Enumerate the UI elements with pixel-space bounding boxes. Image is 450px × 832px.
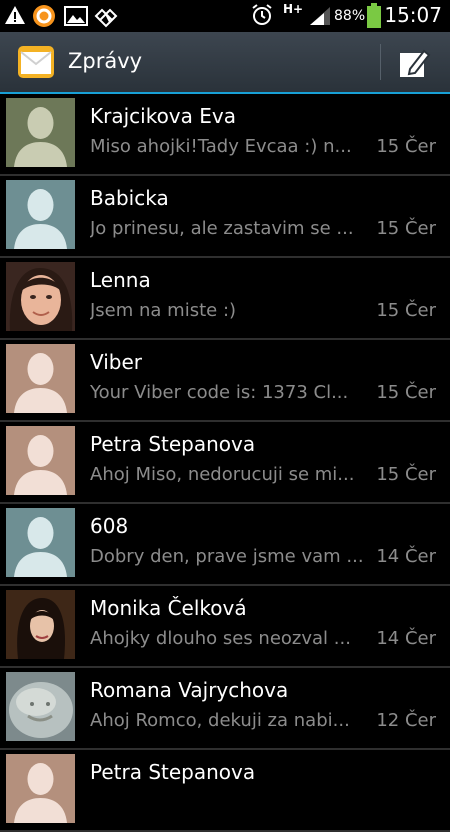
contact-placeholder-icon [6,180,75,249]
contact-name: Viber [90,350,143,374]
contact-name: Petra Stepanova [90,432,256,456]
message-preview: Dobry den, prave jsme vam ... [90,546,364,567]
thread-row[interactable]: Petra Stepanova Ahoj Miso, nedorucuji se … [0,422,450,504]
avatar[interactable] [6,180,75,249]
avatar[interactable] [6,426,75,495]
contact-photo [6,262,75,331]
message-preview: Ahoj Miso, nedorucuji se mi... [90,464,355,485]
message-date: 14 Čer [376,546,436,567]
clock: 15:07 [384,3,442,27]
alarm-icon [252,4,272,25]
contact-name: Krajcikova Eva [90,104,236,128]
thread-row[interactable]: Petra Stepanova [0,750,450,832]
contact-placeholder-icon [6,98,75,167]
battery-percent: 88% [334,8,366,24]
contact-name: Babicka [90,186,169,210]
thread-row[interactable]: Romana Vajrychova Ahoj Romco, dekuji za n… [0,668,450,750]
thread-row[interactable]: 608 Dobry den, prave jsme vam ... 14 Čer [0,504,450,586]
warning-icon [5,6,25,24]
avatar[interactable] [6,98,75,167]
contact-photo [6,672,75,741]
message-preview: Jsem na miste :) [90,300,237,321]
message-preview: Miso ahojki!Tady Evcaa :) n... [90,136,352,157]
contact-placeholder-icon [6,344,75,413]
message-date: 15 Čer [376,218,436,239]
contact-placeholder-icon [6,426,75,495]
contact-name: Monika Čelková [90,596,247,620]
message-date: 12 Čer [376,710,436,731]
avatar[interactable] [6,754,75,823]
message-preview: Ahoj Romco, dekuji za nabi... [90,710,350,731]
avatar[interactable] [6,344,75,413]
thread-row[interactable]: Krajcikova Eva Miso ahojki!Tady Evcaa :) … [0,94,450,176]
thread-row[interactable]: Babicka Jo prinesu, ale zastavim se ... 15… [0,176,450,258]
envelope-icon[interactable] [16,42,56,82]
battery-icon [367,3,381,28]
page-title: Zprávy [68,49,143,73]
dropbox-icon [94,8,118,28]
message-date: 15 Čer [376,464,436,485]
contact-name: 608 [90,514,129,538]
network-type: H+ [283,2,304,16]
message-date: 15 Čer [376,136,436,157]
avatar[interactable] [6,262,75,331]
signal-icon [310,7,330,25]
thread-row[interactable]: Lenna Jsem na miste :) 15 Čer [0,258,450,340]
thread-row[interactable]: Viber Your Viber code is: 1373 Cl... 15 Če… [0,340,450,422]
action-bar-divider [380,44,381,80]
contact-name: Romana Vajrychova [90,678,289,702]
message-date: 15 Čer [376,300,436,321]
avatar[interactable] [6,590,75,659]
message-preview: Ahojky dlouho ses neozval ... [90,628,351,649]
contact-name: Lenna [90,268,151,292]
action-bar: Zprávy [0,32,450,94]
avast-icon [33,5,55,27]
status-bar: H+ 88% 15:07 [0,0,450,32]
thread-row[interactable]: Monika Čelková Ahojky dlouho ses neozval … [0,586,450,668]
avatar[interactable] [6,508,75,577]
thread-list: Krajcikova Eva Miso ahojki!Tady Evcaa :) … [0,94,450,832]
compose-icon[interactable] [396,45,432,81]
avatar[interactable] [6,672,75,741]
message-date: 14 Čer [376,628,436,649]
contact-placeholder-icon [6,508,75,577]
message-preview: Jo prinesu, ale zastavim se ... [90,218,354,239]
message-preview: Your Viber code is: 1373 Cl... [90,382,349,403]
message-date: 15 Čer [376,382,436,403]
contact-name: Petra Stepanova [90,760,256,784]
contact-placeholder-icon [6,754,75,823]
gallery-icon [64,6,88,26]
contact-photo [6,590,75,659]
